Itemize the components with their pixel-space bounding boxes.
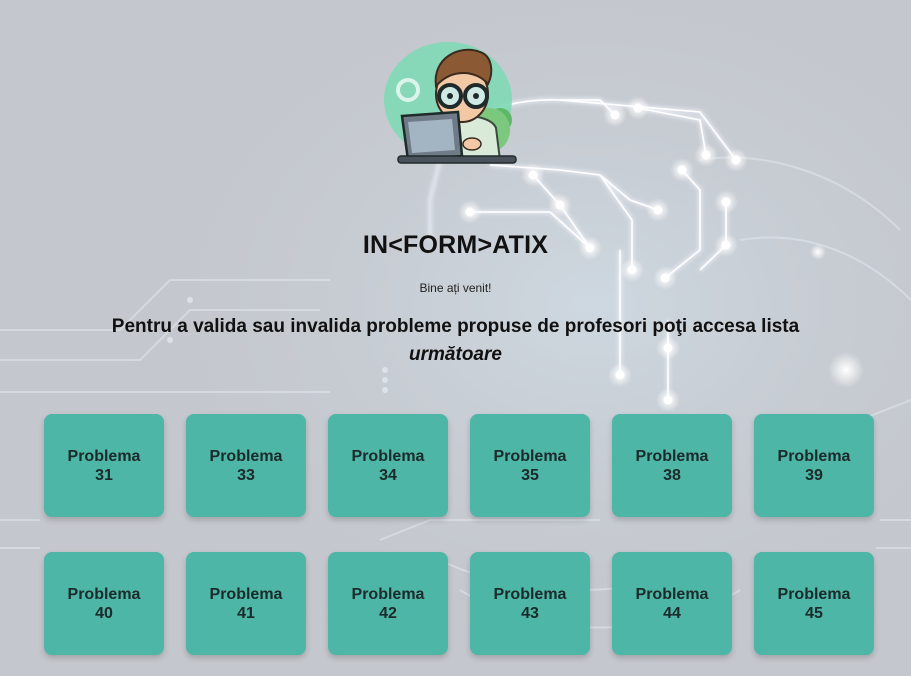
- problem-number: 38: [663, 466, 681, 484]
- problem-card-41[interactable]: Problema 41: [186, 552, 306, 655]
- problem-label: Problema: [635, 447, 709, 465]
- problem-number: 45: [805, 604, 823, 622]
- problem-card-33[interactable]: Problema 33: [186, 414, 306, 517]
- site-title: IN<FORM>ATIX: [362, 231, 549, 259]
- problem-number: 42: [379, 604, 397, 622]
- problem-card-39[interactable]: Problema 39: [754, 414, 874, 517]
- problem-number: 39: [805, 466, 823, 484]
- intro-main-text: Pentru a valida sau invalida probleme pr…: [111, 316, 800, 337]
- problem-card-40[interactable]: Problema 40: [44, 552, 164, 655]
- problem-number: 44: [663, 604, 681, 622]
- problem-label: Problema: [67, 447, 141, 465]
- problem-card-31[interactable]: Problema 31: [44, 414, 164, 517]
- problem-grid: Problema 31 Problema 33 Problema 34 Prob…: [44, 414, 874, 655]
- problem-number: 43: [521, 604, 539, 622]
- problem-number: 40: [95, 604, 113, 622]
- problem-card-35[interactable]: Problema 35: [470, 414, 590, 517]
- problem-number: 41: [237, 604, 255, 622]
- problem-label: Problema: [209, 585, 283, 603]
- problem-card-45[interactable]: Problema 45: [754, 552, 874, 655]
- welcome-text: Bine ați venit!: [419, 281, 492, 295]
- problem-label: Problema: [635, 585, 709, 603]
- problem-label: Problema: [351, 447, 425, 465]
- problem-label: Problema: [493, 447, 567, 465]
- intro-emphasis-text: următoare: [409, 344, 502, 365]
- intro-text: Pentru a valida sau invalida probleme pr…: [60, 313, 851, 369]
- problem-label: Problema: [777, 585, 851, 603]
- programmer-mascot-icon: [384, 42, 517, 164]
- problem-number: 34: [379, 466, 397, 484]
- problem-label: Problema: [67, 585, 141, 603]
- problem-label: Problema: [351, 585, 425, 603]
- page-content: IN<FORM>ATIX Bine ați venit! Pentru a va…: [0, 0, 911, 676]
- problem-card-43[interactable]: Problema 43: [470, 552, 590, 655]
- problem-number: 33: [237, 466, 255, 484]
- problem-number: 35: [521, 466, 539, 484]
- problem-label: Problema: [777, 447, 851, 465]
- problem-label: Problema: [493, 585, 567, 603]
- problem-card-44[interactable]: Problema 44: [612, 552, 732, 655]
- problem-label: Problema: [209, 447, 283, 465]
- problem-card-38[interactable]: Problema 38: [612, 414, 732, 517]
- problem-number: 31: [95, 466, 113, 484]
- problem-card-42[interactable]: Problema 42: [328, 552, 448, 655]
- problem-card-34[interactable]: Problema 34: [328, 414, 448, 517]
